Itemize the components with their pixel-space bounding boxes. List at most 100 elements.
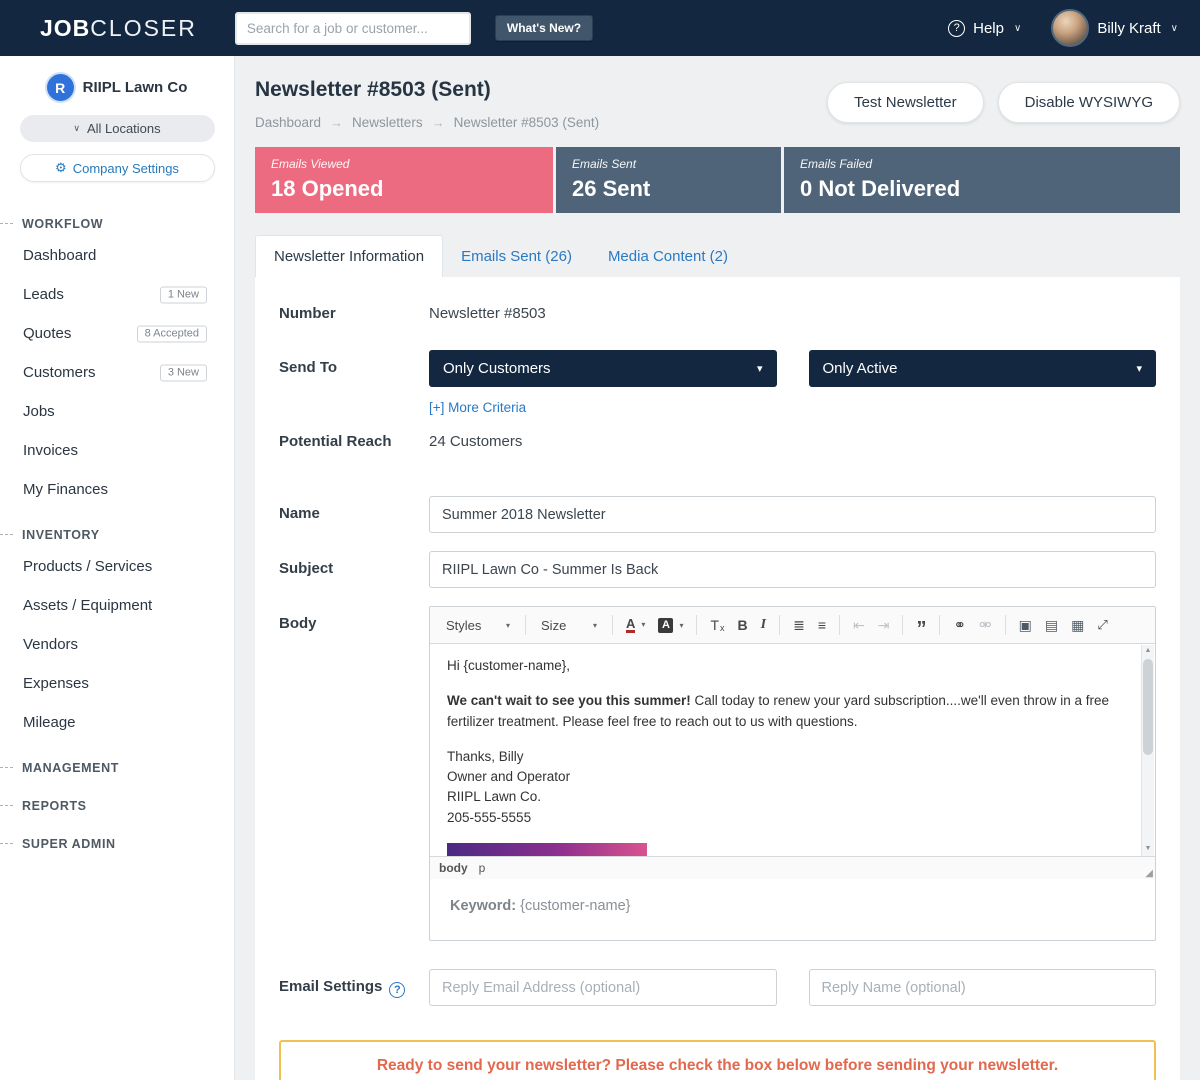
company-settings-button[interactable]: ⚙ Company Settings: [20, 154, 215, 182]
gear-icon: ⚙: [55, 160, 67, 176]
test-newsletter-button[interactable]: Test Newsletter: [827, 82, 984, 123]
company-name: RIIPL Lawn Co: [83, 79, 188, 96]
help-icon: ?: [948, 20, 965, 37]
scroll-up-icon[interactable]: ▲: [1142, 645, 1154, 658]
path-body[interactable]: body: [439, 861, 468, 875]
editor-signature: Thanks, Billy Owner and Operator RIIPL L…: [447, 747, 1125, 828]
increase-indent-button[interactable]: ⇥: [872, 613, 896, 638]
toolbar-separator: [612, 615, 613, 635]
reply-name-input[interactable]: [809, 969, 1157, 1006]
name-label: Name: [279, 496, 429, 522]
sidebar-item-products-services[interactable]: Products / Services: [0, 547, 234, 586]
toolbar-separator: [696, 615, 697, 635]
resize-handle-icon[interactable]: ◢: [1145, 868, 1153, 879]
customers-badge: 3 New: [160, 364, 207, 381]
editor-scrollbar[interactable]: ▲ ▼: [1141, 645, 1154, 856]
section-workflow: WORKFLOW: [0, 206, 234, 236]
subject-label: Subject: [279, 551, 429, 577]
send-warning-banner: Ready to send your newsletter? Please ch…: [279, 1040, 1156, 1080]
app-logo[interactable]: JOBCLOSER: [40, 15, 197, 42]
tab-newsletter-information[interactable]: Newsletter Information: [255, 235, 443, 277]
section-dash-icon: [0, 223, 13, 224]
whats-new-button[interactable]: What's New?: [495, 15, 593, 41]
breadcrumb-newsletters[interactable]: Newsletters: [352, 115, 423, 130]
newsletter-banner-image: [447, 843, 647, 856]
company-settings-label: Company Settings: [73, 161, 179, 176]
all-locations-dropdown[interactable]: ∨ All Locations: [20, 115, 215, 142]
tab-emails-sent[interactable]: Emails Sent (26): [443, 236, 590, 277]
newsletter-subject-input[interactable]: [429, 551, 1156, 588]
numbered-list-button[interactable]: ≣: [787, 613, 811, 638]
insert-image-button[interactable]: ▣: [1013, 613, 1038, 638]
user-menu[interactable]: Billy Kraft ∨: [1051, 9, 1178, 47]
section-super-admin[interactable]: SUPER ADMIN: [0, 826, 234, 856]
tab-media-content[interactable]: Media Content (2): [590, 236, 746, 277]
text-color-button[interactable]: A▾: [620, 613, 651, 638]
company-avatar: R: [47, 74, 74, 101]
company-row[interactable]: R RIIPL Lawn Co: [0, 74, 234, 101]
help-label: Help: [973, 20, 1004, 37]
sidebar-item-quotes[interactable]: Quotes8 Accepted: [0, 314, 234, 353]
size-dropdown[interactable]: Size ▾: [533, 614, 605, 637]
send-to-select[interactable]: Only Customers ▾: [429, 350, 777, 387]
keyword-label: Keyword:: [450, 898, 516, 914]
user-avatar: [1051, 9, 1089, 47]
email-settings-help-icon[interactable]: ?: [389, 982, 405, 998]
sidebar-item-customers[interactable]: Customers3 New: [0, 353, 234, 392]
quotes-badge: 8 Accepted: [137, 325, 207, 342]
section-management[interactable]: MANAGEMENT: [0, 750, 234, 780]
background-color-button[interactable]: A▾: [652, 614, 689, 637]
sidebar-item-my-finances[interactable]: My Finances: [0, 470, 234, 509]
sidebar-item-dashboard[interactable]: Dashboard: [0, 236, 234, 275]
editor-content[interactable]: Hi {customer-name}, We can't wait to see…: [430, 644, 1155, 856]
scrollbar-thumb[interactable]: [1143, 659, 1153, 755]
newsletter-name-input[interactable]: [429, 496, 1156, 533]
chevron-down-icon: ∨: [1171, 23, 1178, 34]
reply-email-input[interactable]: [429, 969, 777, 1006]
chevron-down-icon: ∨: [73, 123, 80, 134]
disable-wysiwyg-button[interactable]: Disable WYSIWYG: [998, 82, 1180, 123]
sidebar-item-invoices[interactable]: Invoices: [0, 431, 234, 470]
maximize-button[interactable]: ⤢: [1091, 613, 1113, 637]
breadcrumb-dashboard[interactable]: Dashboard: [255, 115, 321, 130]
potential-reach-value: 24 Customers: [429, 433, 1156, 450]
insert-table-button[interactable]: ▦: [1065, 613, 1090, 638]
editor-element-path: body p ◢: [430, 856, 1155, 879]
main-content: Newsletter #8503 (Sent) Dashboard → News…: [235, 56, 1200, 1080]
caret-down-icon: ▾: [1136, 362, 1142, 375]
link-button[interactable]: ⚭: [947, 612, 972, 638]
global-search-input[interactable]: [235, 12, 471, 45]
unlink-button[interactable]: ⚮: [973, 612, 998, 638]
sidebar-item-mileage[interactable]: Mileage: [0, 703, 234, 742]
toolbar-separator: [902, 615, 903, 635]
italic-button[interactable]: I: [755, 613, 772, 637]
sidebar-item-leads[interactable]: Leads1 New: [0, 275, 234, 314]
scroll-down-icon[interactable]: ▼: [1142, 843, 1154, 856]
breadcrumb: Dashboard → Newsletters → Newsletter #85…: [255, 115, 599, 130]
section-dash-icon: [0, 767, 13, 768]
path-p[interactable]: p: [479, 861, 486, 875]
section-dash-icon: [0, 805, 13, 806]
caret-down-icon: ▾: [641, 620, 645, 629]
stat-emails-viewed: Emails Viewed 18 Opened: [255, 147, 553, 213]
keyword-row: Keyword: {customer-name}: [430, 879, 1155, 940]
toolbar-separator: [1005, 615, 1006, 635]
styles-dropdown[interactable]: Styles ▾: [438, 614, 518, 637]
section-reports[interactable]: REPORTS: [0, 788, 234, 818]
insert-embed-button[interactable]: ▤: [1039, 613, 1064, 638]
more-criteria-link[interactable]: [+] More Criteria: [429, 400, 526, 415]
topbar: JOBCLOSER What's New? ? Help ∨ Billy Kra…: [0, 0, 1200, 56]
help-menu[interactable]: ? Help ∨: [948, 20, 1021, 37]
sidebar-item-jobs[interactable]: Jobs: [0, 392, 234, 431]
page-title: Newsletter #8503 (Sent): [255, 78, 599, 102]
bold-button[interactable]: B: [732, 613, 754, 637]
sidebar-item-expenses[interactable]: Expenses: [0, 664, 234, 703]
logo-closer: CLOSER: [90, 15, 197, 41]
sidebar-item-vendors[interactable]: Vendors: [0, 625, 234, 664]
send-to-status-select[interactable]: Only Active ▾: [809, 350, 1157, 387]
remove-format-button[interactable]: Tx: [704, 613, 730, 637]
bulleted-list-button[interactable]: ≡: [812, 613, 832, 637]
decrease-indent-button[interactable]: ⇤: [847, 613, 871, 638]
sidebar-item-assets-equipment[interactable]: Assets / Equipment: [0, 586, 234, 625]
blockquote-button[interactable]: ”: [910, 613, 932, 637]
